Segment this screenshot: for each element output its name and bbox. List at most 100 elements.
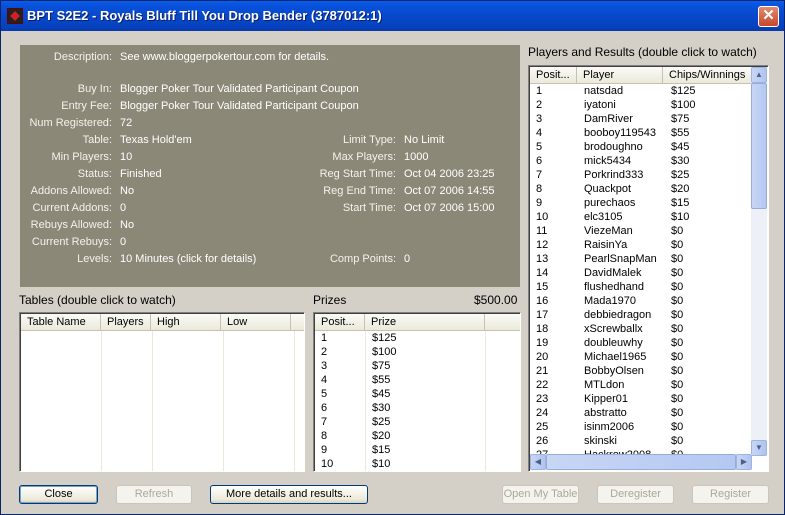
- prize-row[interactable]: 10 $10: [315, 457, 486, 471]
- player-row[interactable]: 20 Michael1965 $0: [530, 350, 753, 364]
- player-row[interactable]: 2 iyatoni $100: [530, 98, 753, 112]
- column-header-chips-winnings[interactable]: Chips/Winnings: [663, 67, 753, 84]
- player-name: BobbyOlsen: [584, 365, 644, 377]
- player-name: DamRiver: [584, 113, 633, 125]
- player-name: natsdad: [584, 85, 624, 97]
- player-row[interactable]: 11 ViezeMan $0: [530, 224, 753, 238]
- player-row[interactable]: 17 debbiedragon $0: [530, 308, 753, 322]
- player-winnings: $0: [671, 239, 684, 251]
- scroll-up-icon[interactable]: ▲: [751, 67, 767, 83]
- prizes-list[interactable]: Posit... Prize 1 $125 2 $100 3 $75 4 $55 5 $45 6 $3…: [313, 312, 521, 472]
- player-row[interactable]: 7 Porkrind333 $25: [530, 168, 753, 182]
- scroll-down-icon[interactable]: ▼: [751, 440, 767, 456]
- min-players-value: 10: [120, 151, 133, 163]
- reg-start-value: Oct 04 2006 23:25: [404, 168, 495, 180]
- prize-row[interactable]: 2 $100: [315, 345, 486, 359]
- player-winnings: $100: [671, 99, 696, 111]
- horizontal-scroll-thumb[interactable]: [546, 454, 736, 470]
- player-row[interactable]: 18 xScrewballx $0: [530, 322, 753, 336]
- title-bar[interactable]: BPT S2E2 - Royals Bluff Till You Drop Be…: [1, 1, 784, 31]
- prize-row[interactable]: 5 $45: [315, 387, 486, 401]
- reg-end-label: Reg End Time:: [323, 185, 396, 197]
- player-row[interactable]: 9 purechaos $15: [530, 196, 753, 210]
- register-button[interactable]: Register: [692, 485, 769, 504]
- prize-row[interactable]: 3 $75: [315, 359, 486, 373]
- players-horizontal-scrollbar[interactable]: ◀ ▶: [530, 454, 752, 470]
- tables-list[interactable]: Table Name Players High Low: [19, 312, 305, 472]
- reg-end-value: Oct 07 2006 14:55: [404, 185, 495, 197]
- column-header-low[interactable]: Low: [221, 314, 291, 331]
- player-name: Mada1970: [584, 295, 636, 307]
- player-position: 25: [536, 421, 549, 433]
- player-winnings: $0: [671, 421, 684, 433]
- prize-row[interactable]: 9 $15: [315, 443, 486, 457]
- player-row[interactable]: 3 DamRiver $75: [530, 112, 753, 126]
- column-header-position[interactable]: Posit...: [530, 67, 577, 84]
- column-header-high[interactable]: High: [151, 314, 221, 331]
- player-row[interactable]: 25 isinm2006 $0: [530, 420, 753, 434]
- player-row[interactable]: 10 elc3105 $10: [530, 210, 753, 224]
- more-details-button[interactable]: More details and results...: [210, 485, 368, 504]
- deregister-button[interactable]: Deregister: [597, 485, 674, 504]
- player-winnings: $0: [671, 309, 684, 321]
- player-row[interactable]: 19 doubleuwhy $0: [530, 336, 753, 350]
- close-button[interactable]: Close: [19, 485, 98, 504]
- player-row[interactable]: 23 Kipper01 $0: [530, 392, 753, 406]
- player-row[interactable]: 6 mick5434 $30: [530, 154, 753, 168]
- prize-amount: $10: [372, 458, 391, 470]
- open-my-table-button[interactable]: Open My Table: [502, 485, 579, 504]
- players-vertical-scrollbar[interactable]: ▲ ▼: [751, 67, 767, 456]
- player-position: 15: [536, 281, 549, 293]
- prize-row[interactable]: 8 $20: [315, 429, 486, 443]
- player-row[interactable]: 15 flushedhand $0: [530, 280, 753, 294]
- player-name: doubleuwhy: [584, 337, 643, 349]
- player-position: 23: [536, 393, 549, 405]
- refresh-button[interactable]: Refresh: [116, 485, 192, 504]
- player-name: xScrewballx: [584, 323, 643, 335]
- players-section-label: Players and Results (double click to wat…: [528, 45, 757, 59]
- player-position: 26: [536, 435, 549, 447]
- limit-type-value: No Limit: [404, 134, 445, 146]
- scroll-left-icon[interactable]: ◀: [530, 454, 546, 470]
- num-registered-label: Num Registered:: [29, 117, 112, 129]
- prize-position: 2: [321, 346, 328, 358]
- player-row[interactable]: 21 BobbyOlsen $0: [530, 364, 753, 378]
- levels-link[interactable]: 10 Minutes (click for details): [120, 253, 256, 265]
- player-row[interactable]: 14 DavidMalek $0: [530, 266, 753, 280]
- close-window-icon[interactable]: ✕: [758, 6, 779, 27]
- prize-row[interactable]: 6 $30: [315, 401, 486, 415]
- players-list[interactable]: Posit... Player Chips/Winnings 1 natsdad $…: [528, 65, 769, 472]
- player-row[interactable]: 26 skinski $0: [530, 434, 753, 448]
- player-position: 4: [536, 127, 543, 139]
- addons-allowed-value: No: [120, 185, 135, 197]
- player-row[interactable]: 12 RaisinYa $0: [530, 238, 753, 252]
- prize-row[interactable]: 1 $125: [315, 331, 486, 345]
- player-winnings: $125: [671, 85, 696, 97]
- player-winnings: $20: [671, 183, 690, 195]
- player-row[interactable]: 24 abstratto $0: [530, 406, 753, 420]
- column-header-player[interactable]: Player: [577, 67, 663, 84]
- player-name: purechaos: [584, 197, 636, 209]
- column-header-table-name[interactable]: Table Name: [21, 314, 101, 331]
- player-row[interactable]: 22 MTLdon $0: [530, 378, 753, 392]
- prize-row[interactable]: 4 $55: [315, 373, 486, 387]
- player-row[interactable]: 13 PearlSnapMan $0: [530, 252, 753, 266]
- table-value: Texas Hold'em: [120, 134, 192, 146]
- player-name: Kipper01: [584, 393, 629, 405]
- prize-position: 8: [321, 430, 328, 442]
- player-row[interactable]: 8 Quackpot $20: [530, 182, 753, 196]
- current-addons-value: 0: [120, 202, 127, 214]
- column-header-players[interactable]: Players: [101, 314, 151, 331]
- player-row[interactable]: 16 Mada1970 $0: [530, 294, 753, 308]
- comp-points-value: 0: [404, 253, 411, 265]
- column-header-prize[interactable]: Prize: [365, 314, 485, 331]
- player-row[interactable]: 4 booboy119543 $55: [530, 126, 753, 140]
- player-name: DavidMalek: [584, 267, 642, 279]
- column-header-position[interactable]: Posit...: [315, 314, 365, 331]
- player-position: 9: [536, 197, 543, 209]
- scroll-right-icon[interactable]: ▶: [736, 454, 752, 470]
- player-row[interactable]: 5 brodoughno $45: [530, 140, 753, 154]
- player-row[interactable]: 1 natsdad $125: [530, 84, 753, 98]
- scroll-thumb[interactable]: [751, 83, 767, 209]
- prize-row[interactable]: 7 $25: [315, 415, 486, 429]
